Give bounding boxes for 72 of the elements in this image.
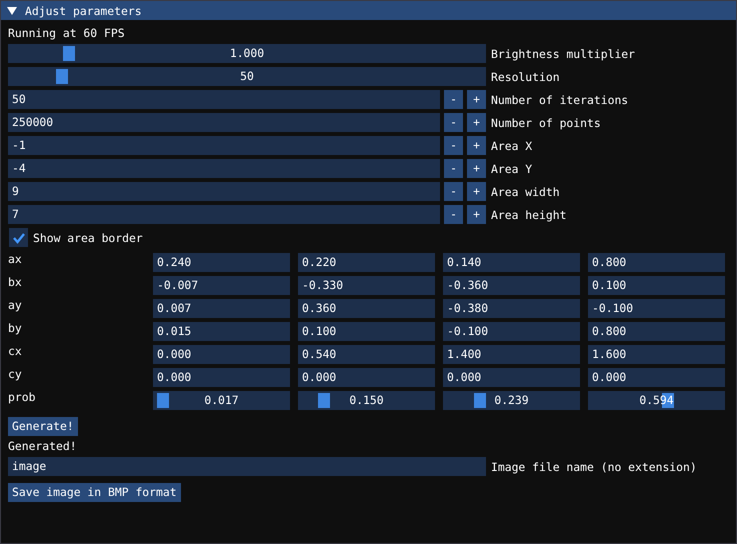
minus-button[interactable]: -	[444, 90, 463, 109]
plus-button[interactable]: +	[467, 205, 486, 224]
slider[interactable]: 1.000	[8, 44, 486, 63]
input-field[interactable]: 1.400	[443, 345, 580, 364]
plus-button[interactable]: +	[467, 159, 486, 178]
field-label: Number of points	[491, 116, 601, 130]
fps-text: Running at 60 FPS	[8, 27, 125, 40]
input-field[interactable]: 1.600	[588, 345, 725, 364]
status-text: Generated!	[8, 440, 77, 453]
row-label: ax	[8, 253, 23, 268]
row-label: prob	[8, 391, 36, 406]
input-field[interactable]: 0.000	[588, 368, 725, 387]
input-field[interactable]: -4	[8, 159, 440, 178]
slider[interactable]: 50	[8, 67, 486, 86]
input-field[interactable]: 50	[8, 90, 440, 109]
input-field[interactable]: 0.540	[298, 345, 435, 364]
input-field[interactable]: 0.007	[153, 299, 290, 318]
minus-button[interactable]: -	[444, 182, 463, 201]
field-label: Area X	[491, 138, 532, 152]
row-label: bx	[8, 276, 23, 291]
row-label: cy	[8, 368, 23, 383]
input-field[interactable]: -0.007	[153, 276, 290, 295]
field-label: Brightness multiplier	[491, 46, 636, 60]
input-field[interactable]: 0.015	[153, 322, 290, 341]
field-label: Area Y	[491, 162, 532, 176]
input-field[interactable]: 0.000	[153, 345, 290, 364]
checkbox-label: Show area border	[33, 230, 143, 244]
filename-field[interactable]: image	[8, 457, 486, 476]
checkbox[interactable]	[9, 228, 28, 247]
window-title: Adjust parameters	[25, 4, 142, 18]
field-label: Image file name (no extension)	[491, 460, 697, 474]
plus-button[interactable]: +	[467, 113, 486, 132]
minus-button[interactable]: -	[444, 113, 463, 132]
field-label: Resolution	[491, 70, 560, 84]
input-field[interactable]: -0.360	[443, 276, 580, 295]
row-label: by	[8, 322, 23, 337]
input-field[interactable]: 0.800	[588, 322, 725, 341]
field-label: Area height	[491, 208, 566, 222]
input-field[interactable]: 7	[8, 205, 440, 224]
input-field[interactable]: 9	[8, 182, 440, 201]
input-field[interactable]: -1	[8, 136, 440, 155]
field-label: Number of iterations	[491, 92, 628, 106]
plus-button[interactable]: +	[467, 182, 486, 201]
input-field[interactable]: 0.100	[588, 276, 725, 295]
generate-button[interactable]: Generate!	[8, 417, 78, 436]
collapse-arrow-icon[interactable]	[7, 6, 17, 16]
minus-button[interactable]: -	[444, 205, 463, 224]
plus-button[interactable]: +	[467, 136, 486, 155]
save-button[interactable]: Save image in BMP format	[8, 483, 181, 502]
slider[interactable]: 0.239	[443, 391, 580, 410]
input-field[interactable]: 250000	[8, 113, 440, 132]
input-field[interactable]: 0.140	[443, 253, 580, 272]
input-field[interactable]: 0.240	[153, 253, 290, 272]
input-field[interactable]: 0.360	[298, 299, 435, 318]
input-field[interactable]: -0.100	[443, 322, 580, 341]
row-label: ay	[8, 299, 23, 314]
input-field[interactable]: -0.100	[588, 299, 725, 318]
plus-button[interactable]: +	[467, 90, 486, 109]
input-field[interactable]: 0.000	[153, 368, 290, 387]
slider[interactable]: 0.017	[153, 391, 290, 410]
field-label: Area width	[491, 184, 560, 198]
input-field[interactable]: 0.000	[298, 368, 435, 387]
input-field[interactable]: 0.000	[443, 368, 580, 387]
minus-button[interactable]: -	[444, 136, 463, 155]
slider[interactable]: 0.150	[298, 391, 435, 410]
input-field[interactable]: 0.100	[298, 322, 435, 341]
input-field[interactable]: -0.330	[298, 276, 435, 295]
minus-button[interactable]: -	[444, 159, 463, 178]
input-field[interactable]: -0.380	[443, 299, 580, 318]
input-field[interactable]: 0.800	[588, 253, 725, 272]
input-field[interactable]: 0.220	[298, 253, 435, 272]
row-label: cx	[8, 345, 23, 360]
